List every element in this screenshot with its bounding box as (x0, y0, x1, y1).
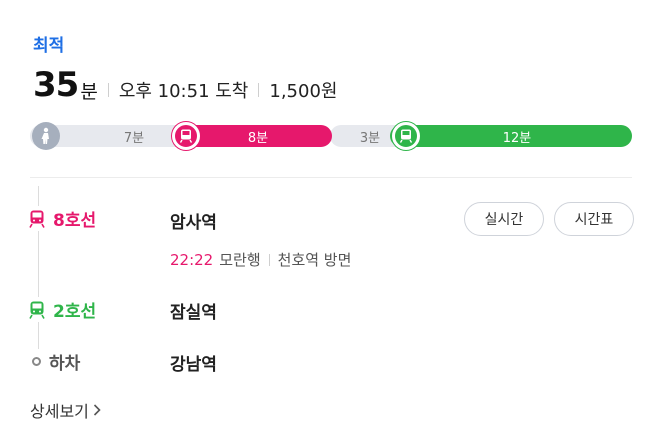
realtime-button[interactable]: 실시간 (464, 202, 544, 236)
line2-duration: 12분 (502, 130, 532, 146)
best-route-label: 최적 (33, 36, 65, 56)
line2-segment: 12분 (390, 125, 632, 147)
section-divider (30, 177, 632, 178)
step-label: 하차 (49, 354, 81, 374)
duration-unit: 분 (80, 80, 98, 103)
train-direction: 천호역 방면 (277, 251, 352, 269)
route-summary: 35 분 오후 10:51 도착 1,500원 (33, 63, 337, 107)
step-line-2: 2호선 (29, 297, 97, 322)
view-details-link[interactable]: 상세보기 (30, 398, 101, 422)
route-timeline: 7분 3분 8분 12분 (30, 122, 632, 150)
station-name: 잠실역 (170, 303, 217, 323)
line-name: 8호선 (53, 211, 97, 231)
walk-duration: 7분 (123, 130, 145, 146)
subway-icon (29, 210, 45, 228)
station-name: 강남역 (170, 355, 217, 375)
train-destination: 모란행 (219, 251, 261, 269)
subway-icon (29, 301, 45, 319)
fare: 1,500원 (269, 81, 338, 102)
departure-info: 22:22 모란행 천호역 방면 (170, 249, 351, 270)
divider (107, 83, 109, 97)
line-name: 2호선 (53, 302, 97, 322)
step-get-off: 하차 (32, 349, 81, 374)
divider (268, 253, 270, 266)
subway-icon (392, 122, 420, 150)
line8-duration: 8분 (247, 130, 269, 146)
step-line-8: 8호선 (29, 206, 97, 231)
chevron-right-icon (93, 404, 101, 416)
divider (258, 83, 260, 97)
arrival-time: 오후 10:51 도착 (118, 81, 249, 102)
walking-person-icon (32, 122, 60, 150)
circle-icon (32, 357, 41, 366)
duration-number: 35 (33, 65, 79, 105)
departure-time: 22:22 (170, 250, 214, 269)
station-name: 암사역 (170, 213, 217, 233)
timetable-button[interactable]: 시간표 (554, 202, 634, 236)
subway-icon (172, 122, 200, 150)
transfer-duration: 3분 (359, 130, 381, 146)
view-details-label: 상세보기 (30, 402, 89, 421)
